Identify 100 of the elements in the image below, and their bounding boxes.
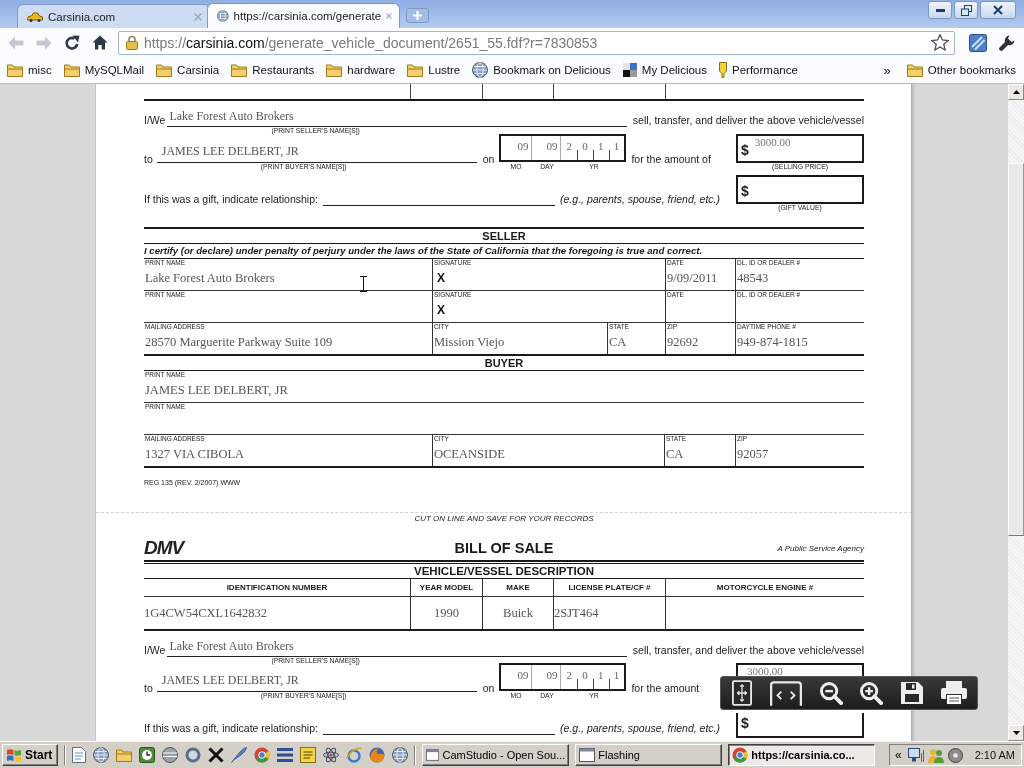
form-entry-field[interactable]: 92692 — [666, 331, 735, 354]
bookmark-item[interactable]: Lustre — [407, 63, 461, 77]
form-entry-field[interactable]: 92057 — [736, 443, 864, 466]
restore-icon — [960, 4, 972, 16]
padlock-icon — [126, 35, 138, 50]
scrollbar[interactable] — [1008, 84, 1024, 741]
home-icon[interactable] — [92, 35, 108, 50]
globe-icon[interactable] — [392, 747, 409, 763]
column-header: MAKE — [506, 583, 530, 592]
disc-icon[interactable] — [947, 747, 963, 763]
taskbar-button[interactable]: CamStudio - Open Sou... — [422, 744, 570, 766]
print-icon[interactable] — [941, 681, 967, 705]
agency-tagline: A Public Service Agency — [777, 543, 864, 553]
scroll-down-button[interactable] — [1008, 725, 1024, 741]
folder-icon — [156, 63, 173, 77]
reload-icon[interactable] — [64, 34, 80, 51]
sphere-icon[interactable] — [162, 747, 179, 763]
bookmark-item[interactable]: Bookmark on Delicious — [472, 62, 611, 78]
star-icon[interactable] — [931, 34, 949, 51]
restore-button[interactable] — [954, 1, 978, 19]
bookmark-item[interactable]: MySQLMail — [63, 63, 145, 77]
iwe-label: I/We — [144, 644, 166, 656]
swoosh-ring-icon[interactable] — [346, 747, 363, 763]
scroll-up-button[interactable] — [1008, 84, 1024, 100]
document-icon[interactable] — [72, 747, 87, 763]
tray-expand-button[interactable]: « — [892, 748, 904, 762]
bookmark-item[interactable]: Restaurants — [231, 63, 315, 77]
wrench-icon[interactable] — [999, 34, 1015, 51]
section-heading: SELLER — [482, 230, 526, 242]
selling-price-field[interactable]: $ 3000.00 — [736, 134, 864, 163]
certification-statement: I certify (or declare) under penalty of perjury under the laws of the State of California that the foregoing is true and correct. — [144, 245, 703, 256]
fit-width-icon[interactable] — [769, 680, 802, 706]
folder-icon — [326, 63, 343, 77]
bookmark-item[interactable]: hardware — [326, 63, 396, 77]
note-icon[interactable] — [300, 747, 317, 763]
text-cursor-icon — [360, 276, 367, 292]
gift-value-field[interactable]: $ — [736, 713, 864, 738]
form-entry-field[interactable]: OCEANSIDE — [433, 443, 664, 466]
to-label: to — [144, 153, 153, 165]
save-icon[interactable] — [901, 682, 924, 704]
minimize-button[interactable] — [928, 1, 952, 19]
form-entry-field[interactable]: 9/09/2011 — [666, 267, 735, 290]
on-label: on — [482, 682, 495, 694]
start-button[interactable]: Start — [2, 744, 59, 766]
form-entry-field[interactable]: Mission Viejo — [433, 331, 607, 354]
form-entry-field[interactable]: CA — [608, 331, 665, 354]
form-entry-field[interactable]: 949-874-1815 — [736, 331, 864, 354]
seller-name-field[interactable]: Lake Forest Auto Brokers — [167, 631, 627, 657]
taskbar-button[interactable]: Flashing — [575, 744, 723, 766]
address-field[interactable]: https://carsinia.com/generate_vehicle_document/2651_55.fdf?r=7830853 — [118, 30, 955, 55]
clock-time: 2:10 AM — [974, 749, 1015, 761]
clock-icon[interactable] — [139, 747, 156, 763]
tile-icon[interactable] — [969, 33, 987, 52]
feather-icon[interactable] — [231, 747, 248, 763]
buyer-name-field[interactable]: JAMES LEE DELBERT, JR — [156, 134, 477, 163]
table-cell: Buick — [503, 605, 533, 621]
more-bookmarks-button[interactable]: » — [879, 62, 895, 78]
cross-icon[interactable] — [208, 747, 225, 763]
monitor-icon[interactable] — [907, 748, 924, 762]
globe-icon[interactable] — [93, 747, 110, 763]
sale-date-field[interactable]: 09 09 2 0 1 1 — [499, 663, 627, 691]
other-bookmarks-item[interactable]: Other bookmarks — [906, 63, 1016, 77]
squares-icon — [622, 63, 637, 77]
new-tab-button[interactable] — [406, 8, 429, 23]
stacked-bars-icon[interactable] — [277, 748, 294, 762]
sale-date-field[interactable]: 09 09 2 0 1 1 — [499, 134, 627, 162]
bookmark-item[interactable]: Carsinia — [156, 63, 220, 77]
form-entry-field[interactable]: X — [433, 267, 665, 290]
flame-globe-icon[interactable] — [369, 747, 386, 763]
seller-name-field[interactable]: Lake Forest Auto Brokers — [167, 101, 627, 127]
gift-value-field[interactable]: $ — [736, 175, 864, 204]
section-heading: BUYER — [484, 357, 524, 369]
ring-icon[interactable] — [185, 747, 202, 763]
atom-icon[interactable] — [323, 747, 340, 763]
bookmark-item[interactable]: misc — [7, 63, 52, 77]
bookmark-item[interactable]: Performance — [719, 62, 798, 78]
relationship-example-text: (e.g., parents, spouse, friend, etc.) — [560, 193, 720, 205]
zoom-in-icon[interactable] — [860, 681, 884, 705]
sell-transfer-text: sell, transfer, and deliver the above vehicle/vessel — [632, 644, 864, 656]
close-button[interactable] — [980, 1, 1016, 19]
form-entry-field[interactable]: JAMES LEE DELBERT, JR — [144, 379, 864, 402]
browser-tab[interactable]: https://carsinia.com/generate — [207, 3, 400, 28]
folder-icon[interactable] — [116, 748, 133, 762]
scrollbar-thumb[interactable] — [1008, 163, 1024, 536]
browser-tab[interactable]: Carsinia.com — [17, 4, 210, 28]
form-entry-field[interactable]: Lake Forest Auto Brokers — [144, 267, 432, 290]
fit-page-icon[interactable] — [732, 680, 752, 706]
color-wheel-icon[interactable] — [732, 747, 749, 763]
form-entry-field[interactable]: 1327 VIA CIBOLA — [144, 443, 432, 466]
form-entry-field[interactable]: X — [433, 299, 665, 322]
column-header: IDENTIFICATION NUMBER — [226, 583, 328, 592]
column-header: LICENSE PLATE/CF # — [568, 583, 651, 592]
window-icon — [426, 748, 440, 762]
form-entry-field[interactable]: CA — [665, 443, 735, 466]
form-entry-field[interactable]: 28570 Marguerite Parkway Suite 109 — [144, 331, 432, 354]
zoom-out-icon[interactable] — [819, 681, 843, 705]
form-entry-field[interactable]: 48543 — [736, 267, 864, 290]
bookmark-item[interactable]: My Delicious — [622, 63, 707, 77]
taskbar-button[interactable]: https://carsinia.co... — [728, 744, 876, 766]
color-wheel-icon[interactable] — [254, 747, 271, 763]
